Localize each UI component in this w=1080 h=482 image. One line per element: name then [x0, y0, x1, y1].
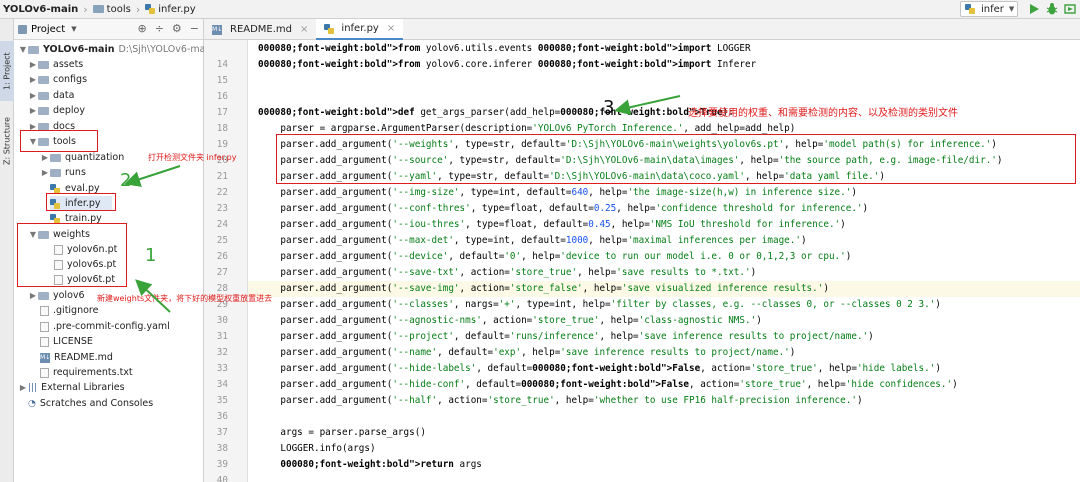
arrow-to-weights	[135, 279, 171, 313]
ide-window: YOLOv6-main › tools › infer.py infer ▼ 1…	[0, 0, 1080, 482]
arrow-to-infer	[124, 165, 181, 187]
arrow-to-arguments	[614, 95, 681, 116]
annotation-arrows	[124, 95, 681, 313]
